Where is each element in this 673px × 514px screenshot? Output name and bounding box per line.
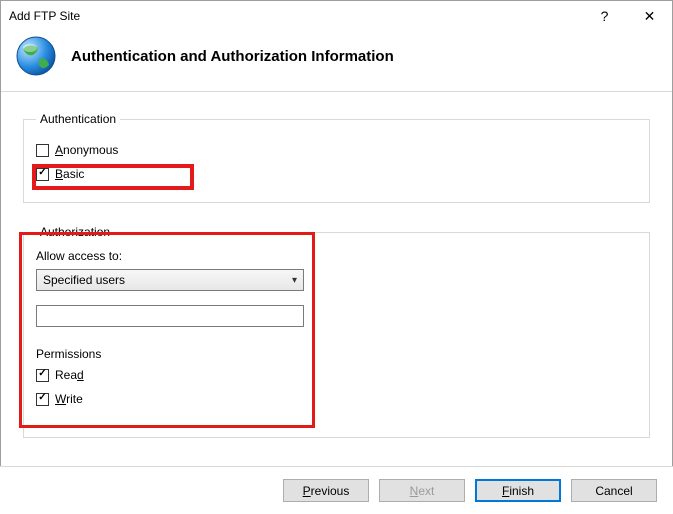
- wizard-header: Authentication and Authorization Informa…: [1, 31, 672, 92]
- help-icon: ?: [601, 8, 609, 24]
- wizard-footer: Previous Next Finish Cancel: [0, 466, 673, 514]
- write-checkbox-row[interactable]: Write: [36, 389, 637, 409]
- read-checkbox[interactable]: [36, 369, 49, 382]
- help-button[interactable]: ?: [582, 1, 627, 31]
- basic-label: Basic: [55, 167, 84, 181]
- anonymous-label: Anonymous: [55, 143, 118, 157]
- window-title: Add FTP Site: [9, 9, 582, 23]
- page-title: Authentication and Authorization Informa…: [71, 48, 394, 65]
- previous-button[interactable]: Previous: [283, 479, 369, 502]
- allow-access-select[interactable]: Specified users ▾: [36, 269, 304, 291]
- allow-access-label: Allow access to:: [36, 249, 637, 263]
- basic-checkbox[interactable]: [36, 168, 49, 181]
- globe-icon: [15, 35, 57, 77]
- read-label: Read: [55, 368, 84, 382]
- basic-checkbox-row[interactable]: Basic: [36, 164, 637, 184]
- next-button: Next: [379, 479, 465, 502]
- allow-access-value: Specified users: [43, 273, 125, 287]
- write-label: Write: [55, 392, 83, 406]
- close-button[interactable]: ✕: [627, 1, 672, 31]
- authorization-legend: Authorization: [36, 225, 114, 239]
- chevron-down-icon: ▾: [292, 275, 297, 286]
- close-icon: ✕: [644, 8, 656, 25]
- permissions-label: Permissions: [36, 347, 637, 361]
- authentication-group: Authentication Anonymous Basic: [23, 112, 650, 203]
- authentication-legend: Authentication: [36, 112, 120, 126]
- anonymous-checkbox-row[interactable]: Anonymous: [36, 140, 637, 160]
- authorization-group: Authorization Allow access to: Specified…: [23, 225, 650, 438]
- read-checkbox-row[interactable]: Read: [36, 365, 637, 385]
- anonymous-checkbox[interactable]: [36, 144, 49, 157]
- write-checkbox[interactable]: [36, 393, 49, 406]
- users-input[interactable]: [36, 305, 304, 327]
- titlebar: Add FTP Site ? ✕: [1, 1, 672, 31]
- finish-button[interactable]: Finish: [475, 479, 561, 502]
- wizard-body: Authentication Anonymous Basic Authoriza…: [1, 92, 672, 438]
- cancel-button[interactable]: Cancel: [571, 479, 657, 502]
